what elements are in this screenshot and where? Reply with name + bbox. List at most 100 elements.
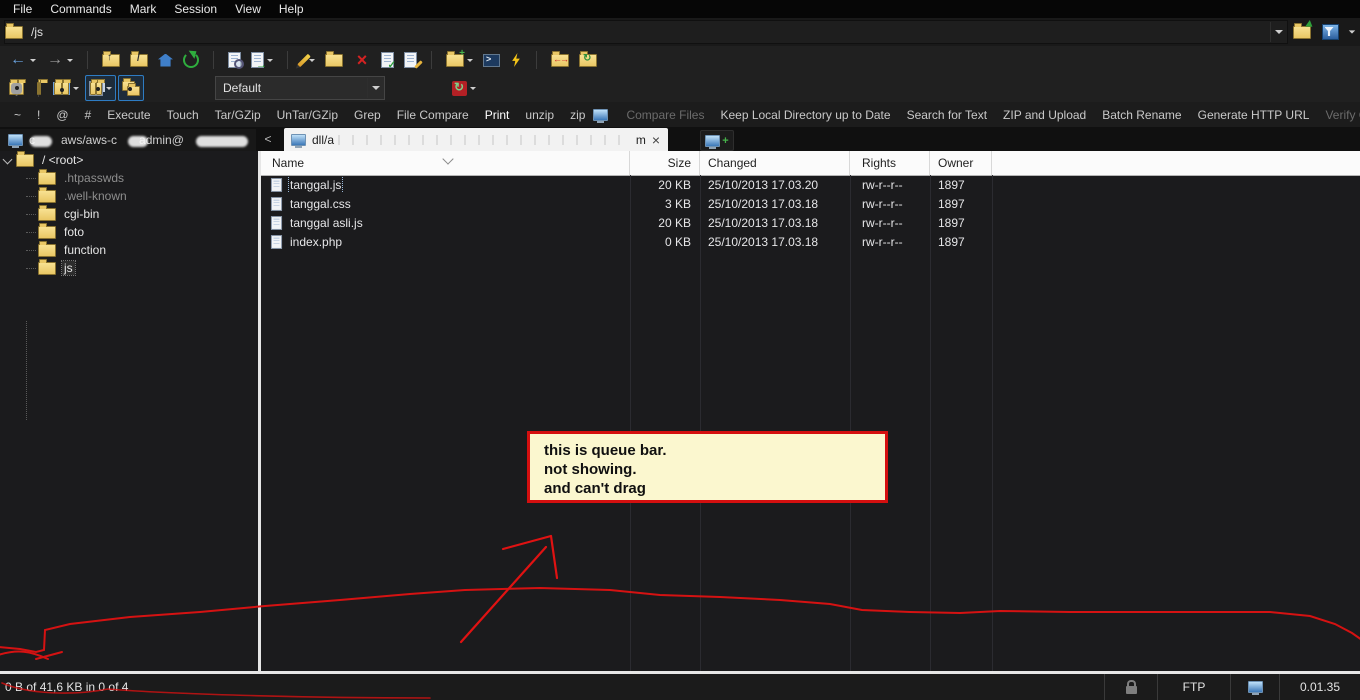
command-item[interactable]: Generate HTTP URL	[1190, 106, 1318, 124]
separator[interactable]	[528, 47, 545, 73]
rename-file-icon[interactable]	[400, 47, 421, 73]
filter-dropdown-button[interactable]	[1346, 21, 1358, 43]
dropdown-caret[interactable]	[67, 59, 73, 62]
tab-scroll-left-button[interactable]: <	[260, 131, 276, 147]
refresh-icon[interactable]	[179, 47, 203, 73]
file-row[interactable]: tanggal.js 20 KB 25/10/2013 17.03.20 rw-…	[261, 175, 1360, 194]
column-header-changed[interactable]: Changed	[700, 151, 850, 175]
open-file-icon[interactable]	[321, 47, 347, 73]
command-item[interactable]: Touch	[159, 106, 207, 124]
file-properties-icon[interactable]	[377, 47, 398, 73]
menu-item[interactable]: Help	[270, 1, 313, 17]
separator[interactable]	[30, 75, 47, 101]
commander-layout-icon[interactable]	[49, 75, 83, 101]
dropdown-caret[interactable]	[267, 59, 273, 62]
file-name: index.php	[290, 235, 342, 249]
new-folder-icon[interactable]	[442, 47, 477, 73]
home-directory-icon[interactable]	[154, 47, 177, 73]
delete-file-icon[interactable]	[349, 47, 375, 73]
menu-item[interactable]: View	[226, 1, 270, 17]
back-icon[interactable]	[5, 47, 40, 73]
command-item[interactable]: Compare Files	[618, 106, 712, 124]
menu-item[interactable]: Session	[165, 1, 226, 17]
file-row[interactable]: index.php 0 KB 25/10/2013 17.03.18 rw-r-…	[261, 232, 1360, 251]
tree-item[interactable]: / <root>	[0, 151, 258, 169]
tab-label-fragment: m	[636, 133, 646, 147]
chevron-down-icon	[372, 86, 380, 90]
transfer-settings-select[interactable]: Default	[215, 76, 385, 100]
command-item[interactable]: ZIP and Upload	[995, 106, 1094, 124]
folder-tree-view-icon[interactable]	[118, 75, 144, 101]
separator[interactable]	[79, 47, 96, 73]
tree-item[interactable]: .htpasswds	[0, 169, 258, 187]
tree-item[interactable]: .well-known	[0, 187, 258, 205]
command-item[interactable]: Batch Rename	[1094, 106, 1189, 124]
dropdown-caret[interactable]	[73, 87, 79, 90]
command-item[interactable]: UnTar/GZip	[269, 106, 346, 124]
file-row[interactable]: tanggal.css 3 KB 25/10/2013 17.03.18 rw-…	[261, 194, 1360, 213]
separator[interactable]	[205, 47, 222, 73]
command-item[interactable]: ~	[6, 106, 29, 124]
separator[interactable]	[423, 47, 440, 73]
transfer-settings-dropdown[interactable]	[367, 78, 384, 98]
dropdown-caret[interactable]	[467, 59, 473, 62]
console-icon[interactable]	[479, 47, 504, 73]
column-header-owner[interactable]: Owner	[930, 151, 992, 175]
menu-item[interactable]: Commands	[41, 1, 120, 17]
chevron-expanded-icon[interactable]	[3, 155, 13, 165]
console-monitor-icon[interactable]	[593, 106, 608, 124]
command-item[interactable]: Execute	[99, 106, 158, 124]
filter-button[interactable]	[1318, 21, 1342, 43]
dropdown-caret[interactable]	[470, 87, 476, 90]
session-duration-cell[interactable]: 0.01.35	[1279, 674, 1360, 700]
dropdown-caret[interactable]	[309, 59, 315, 62]
menu-item[interactable]: Mark	[121, 1, 166, 17]
forward-icon[interactable]	[42, 47, 77, 73]
command-item[interactable]: Grep	[346, 106, 389, 124]
root-directory-icon[interactable]	[126, 47, 152, 73]
open-directory-button[interactable]	[1290, 21, 1314, 43]
address-combo[interactable]: /js	[4, 20, 1288, 44]
address-dropdown-button[interactable]	[1270, 22, 1287, 42]
parent-directory-icon[interactable]	[98, 47, 124, 73]
command-item[interactable]: #	[77, 106, 100, 124]
session-tab-inactive[interactable]: c aws/aws-c admin@	[0, 129, 256, 151]
separator[interactable]	[279, 47, 296, 73]
file-list-view-icon[interactable]	[85, 75, 116, 101]
preferences-gear-icon[interactable]	[5, 75, 28, 101]
command-item[interactable]: Verify Checksum	[1317, 106, 1360, 124]
command-item[interactable]: unzip	[517, 106, 562, 124]
column-header-size[interactable]: Size	[630, 151, 700, 175]
protocol-cell[interactable]: FTP	[1157, 674, 1230, 700]
dropdown-caret[interactable]	[106, 87, 112, 90]
command-item[interactable]: Keep Local Directory up to Date	[712, 106, 898, 124]
tree-item[interactable]: cgi-bin	[0, 205, 258, 223]
column-header-rights[interactable]: Rights	[850, 151, 930, 175]
refresh-session-icon[interactable]	[575, 47, 601, 73]
dropdown-caret[interactable]	[30, 59, 36, 62]
duplicate-file-icon[interactable]	[247, 47, 277, 73]
find-files-icon[interactable]	[224, 47, 245, 73]
tree-item[interactable]: foto	[0, 223, 258, 241]
synchronize-folders-icon[interactable]	[547, 47, 573, 73]
command-item[interactable]: Search for Text	[899, 106, 995, 124]
synchronize-icon[interactable]	[448, 75, 480, 101]
tree-item[interactable]: function	[0, 241, 258, 259]
command-item[interactable]: Tar/GZip	[207, 106, 269, 124]
encryption-status-cell[interactable]	[1104, 674, 1157, 700]
tree-item[interactable]: js	[0, 259, 258, 277]
tab-close-button[interactable]: ×	[652, 133, 660, 147]
session-tab-active[interactable]: dll/a m ×	[284, 128, 668, 151]
session-status-cell[interactable]	[1230, 674, 1279, 700]
command-item[interactable]: Print	[477, 106, 518, 124]
file-row[interactable]: tanggal asli.js 20 KB 25/10/2013 17.03.1…	[261, 213, 1360, 232]
command-item[interactable]: !	[29, 106, 48, 124]
command-item[interactable]: @	[48, 106, 76, 124]
edit-file-icon[interactable]	[298, 47, 319, 73]
synchronize-browsing-icon[interactable]	[506, 47, 526, 73]
command-item[interactable]: zip	[562, 106, 593, 124]
folder-icon	[38, 172, 56, 185]
menu-item[interactable]: File	[4, 1, 41, 17]
new-session-tab-button[interactable]: +	[700, 130, 734, 151]
command-item[interactable]: File Compare	[389, 106, 477, 124]
